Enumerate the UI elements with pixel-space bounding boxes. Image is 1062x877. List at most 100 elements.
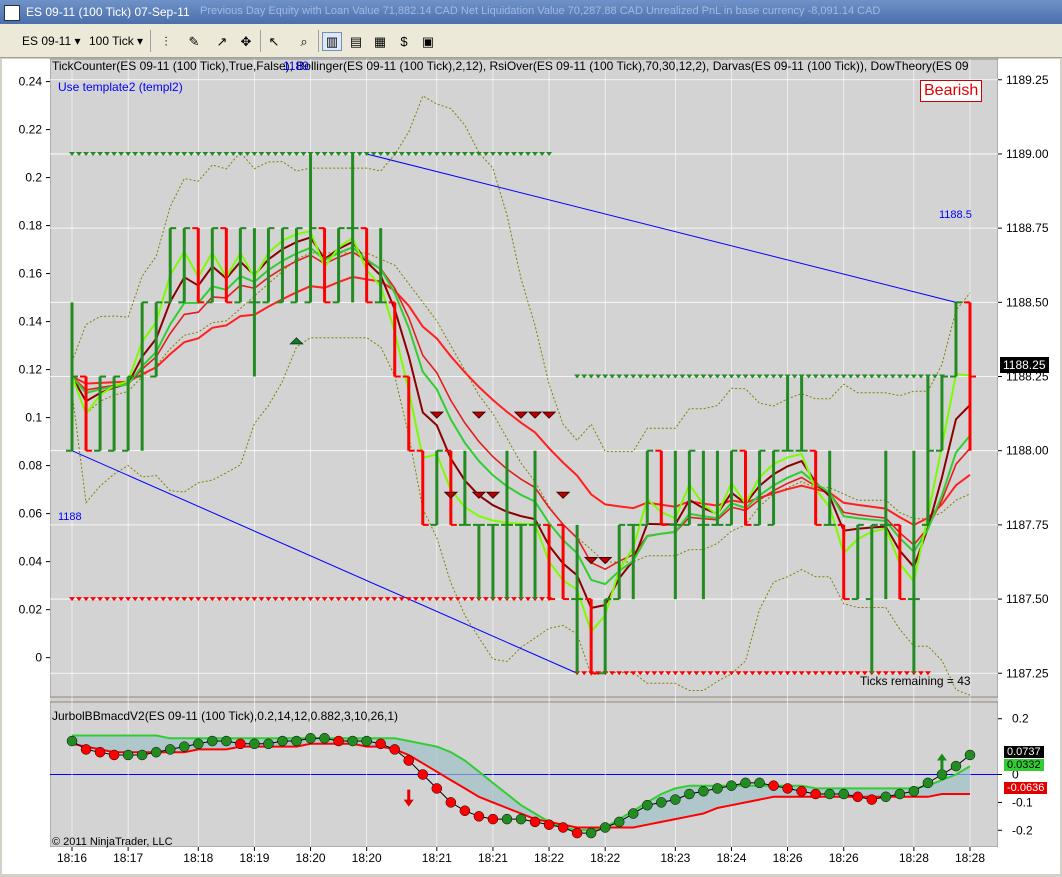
macd-tick-label: -0.2 (1012, 823, 1033, 837)
left-tick-label: 0.1 (25, 411, 42, 425)
macd-dot (852, 791, 863, 803)
macd-dot (712, 783, 723, 794)
period-label: 100 Tick (89, 34, 134, 48)
macd-indicator-label: JurbolBBmacdV2(ES 09-11 (100 Tick),0.2,1… (52, 709, 398, 723)
left-tick-label: 0.08 (19, 459, 43, 473)
period-selector[interactable]: 100 Tick ▾ (89, 32, 143, 50)
left-tick-label: 0 (35, 651, 42, 665)
macd-tick-label: -0.1 (1012, 795, 1033, 809)
macd-dot (838, 788, 849, 800)
template-label: Use template2 (templ2) (58, 80, 183, 94)
toolbar-divider (150, 30, 151, 52)
price-tick-label: 1189.00 (1006, 147, 1049, 161)
time-tick-label: 18:22 (590, 851, 620, 865)
macd-dot (263, 738, 274, 750)
macd-dot (922, 777, 934, 789)
snap-icon[interactable]: ✥ (236, 32, 256, 51)
macd-dot (740, 777, 751, 789)
macd-dot (333, 735, 344, 747)
macd-dot (221, 735, 232, 747)
account-stats: Previous Day Equity with Loan Value 71,8… (200, 5, 881, 17)
macd-dot (361, 735, 372, 747)
macd-dot (291, 735, 302, 747)
time-tick-label: 18:24 (716, 851, 746, 865)
data-box-icon[interactable]: ▦ (370, 32, 390, 51)
macd-dot (754, 777, 765, 789)
pointer-icon[interactable]: ↖ (264, 32, 284, 51)
macd-dot (908, 785, 920, 797)
copyright-label: © 2011 NinjaTrader, LLC (52, 836, 173, 848)
macd-dot (880, 791, 892, 803)
macd-value-1: 0.0737 (1004, 746, 1044, 758)
macd-dot (810, 788, 821, 800)
bar-type-icon[interactable]: ⫶ (156, 32, 176, 51)
macd-dot (628, 808, 639, 819)
macd-dot (235, 738, 246, 750)
chart-canvas[interactable]: 1189.251189.001188.751188.501188.251188.… (2, 57, 1060, 874)
time-tick-label: 18:28 (899, 851, 929, 865)
macd-dot (866, 794, 878, 805)
price-tick-label: 1188.00 (1006, 444, 1049, 458)
macd-dot (656, 797, 667, 808)
macd-dot (684, 788, 695, 800)
left-tick-label: 0.16 (19, 267, 43, 281)
macd-dot (375, 738, 386, 750)
macd-dot (193, 738, 204, 750)
macd-dot (164, 744, 176, 755)
time-tick-label: 18:26 (829, 851, 859, 865)
toolbar-divider (260, 30, 261, 52)
macd-dot (557, 822, 569, 833)
macd-dot (571, 827, 583, 839)
price-tick-label: 1188.75 (1006, 221, 1049, 235)
macd-dot (894, 788, 906, 800)
macd-dot (66, 735, 78, 747)
time-tick-label: 18:21 (422, 851, 452, 865)
time-tick-label: 18:28 (955, 851, 985, 865)
macd-dot (417, 769, 429, 780)
macd-dot (782, 783, 793, 794)
chart-style-icon[interactable]: ▤ (346, 32, 366, 51)
macd-dot (950, 760, 962, 772)
indicators-label: TickCounter(ES 09-11 (100 Tick),True,Fal… (52, 59, 969, 73)
macd-dot (319, 733, 330, 744)
macd-dot (768, 780, 779, 791)
macd-dot (249, 738, 260, 750)
macd-dot (108, 749, 120, 761)
time-tick-label: 18:20 (296, 851, 326, 865)
left-tick-label: 0.02 (19, 603, 43, 617)
macd-dot (122, 749, 134, 761)
left-tick-label: 0.06 (19, 507, 43, 521)
bearish-badge: Bearish (920, 80, 983, 102)
zoom-icon[interactable]: ⌕ (294, 32, 314, 51)
chart-area: 1189.25 1189.00 1188.75 1188.50 1188.25 1188.… (2, 57, 1060, 874)
time-tick-label: 18:23 (660, 851, 690, 865)
macd-dot (515, 813, 527, 825)
instrument-selector[interactable]: ES 09-11 ▾ (22, 32, 81, 50)
price-tick-label: 1187.25 (1006, 666, 1049, 680)
left-tick-label: 0.18 (19, 219, 43, 233)
price-tick-label: 1187.50 (1006, 592, 1049, 606)
chart-window-icon (4, 5, 20, 21)
split-panel-icon[interactable]: ▥ (322, 32, 342, 51)
drawing-tools-icon[interactable]: ↗ (212, 32, 232, 51)
macd-dot (824, 788, 835, 800)
left-tick-label: 0.22 (19, 123, 43, 137)
macd-dot (501, 813, 513, 825)
toolbar-divider (318, 30, 319, 52)
macd-dot (670, 794, 681, 805)
macd-dot (487, 813, 499, 825)
macd-value-3: -0.0636 (1004, 782, 1048, 794)
instrument-label: ES 09-11 (22, 34, 72, 48)
trendline-lower-label: 1188 (58, 511, 82, 523)
left-tick-label: 0.2 (25, 171, 42, 185)
time-tick-label: 18:21 (478, 851, 508, 865)
time-tick-label: 18:26 (773, 851, 803, 865)
properties-icon[interactable]: ▣ (418, 32, 438, 51)
macd-dot (305, 733, 316, 744)
time-tick-label: 18:19 (239, 851, 269, 865)
macd-dot (599, 822, 611, 833)
last-price-marker: 1188.25 (1000, 357, 1049, 373)
macd-dot (179, 741, 190, 752)
pencil-icon[interactable]: ✎ (184, 32, 204, 51)
strategy-icon[interactable]: $ (394, 32, 414, 51)
